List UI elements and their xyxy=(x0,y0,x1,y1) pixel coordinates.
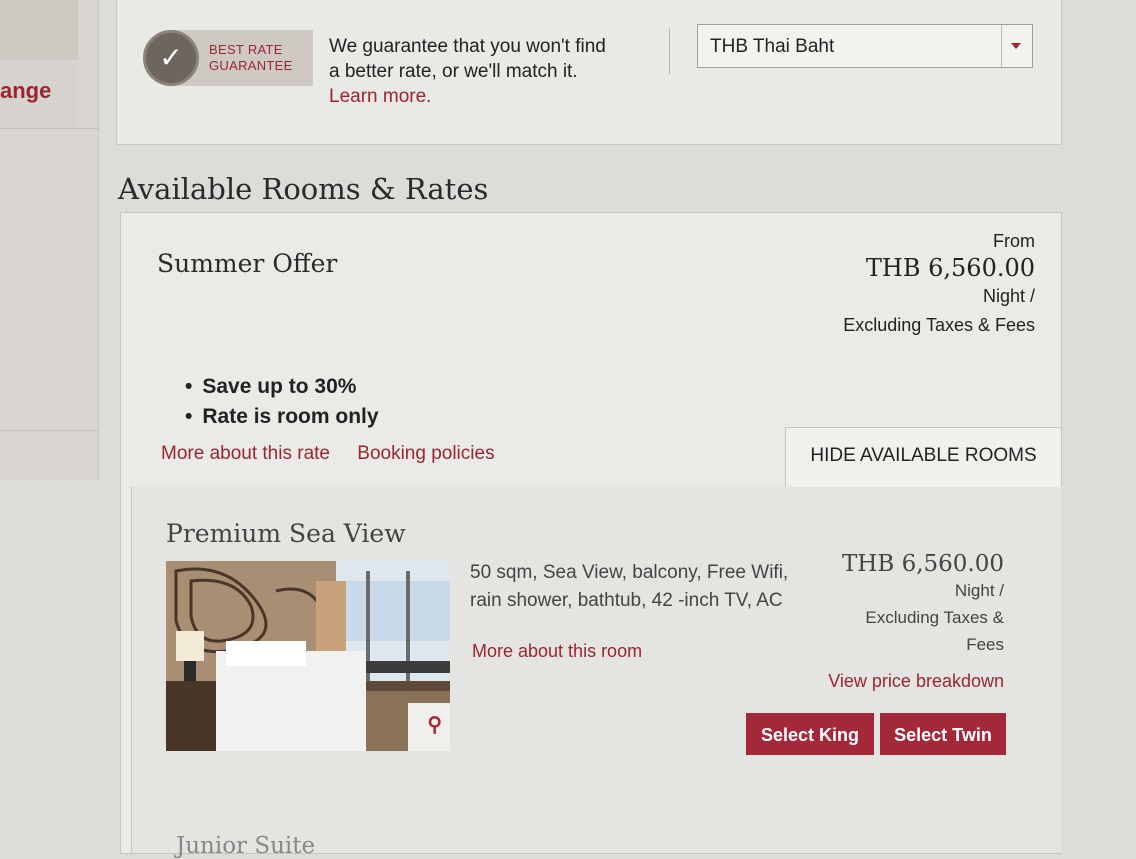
per-night-label: Night / xyxy=(982,286,1035,306)
best-rate-badge: ✓ BEST RATE GUARANTEE xyxy=(143,30,313,86)
sidebar-divider xyxy=(0,430,98,431)
sidebar-link-change[interactable]: ange xyxy=(0,78,51,104)
excluding-taxes-label: Fees xyxy=(966,635,1004,654)
sidebar-block xyxy=(0,0,78,60)
currency-select[interactable]: THB Thai Baht xyxy=(697,24,1033,68)
per-night-label: Night / xyxy=(954,581,1004,600)
page-title: Available Rooms & Rates xyxy=(118,172,489,206)
select-twin-button[interactable]: Select Twin xyxy=(880,713,1006,755)
excluding-taxes-label: Excluding Taxes & Fees xyxy=(843,315,1035,335)
badge-line: GUARANTEE xyxy=(209,58,293,73)
room-description: 50 sqm, Sea View, balcony, Free Wifi, ra… xyxy=(470,562,789,611)
next-room-title: Junior Suite xyxy=(176,833,316,859)
badge-line: BEST RATE xyxy=(209,42,283,57)
badge-text: BEST RATE GUARANTEE xyxy=(209,42,293,74)
booking-policies-link[interactable]: Booking policies xyxy=(357,443,494,464)
rate-card: Summer Offer From THB 6,560.00 Night / E… xyxy=(120,212,1062,859)
from-label: From xyxy=(993,231,1035,251)
guarantee-panel: ✓ BEST RATE GUARANTEE We guarantee that … xyxy=(116,0,1062,145)
currency-value: THB Thai Baht xyxy=(710,36,835,57)
room-card: Premium Sea View ⚲ 50 sqm, Sea View, bal… xyxy=(131,487,1062,859)
more-about-room-link[interactable]: More about this room xyxy=(472,641,642,662)
sidebar-divider xyxy=(0,128,98,129)
guarantee-text: We guarantee that you won't find a bette… xyxy=(329,34,609,109)
hide-rooms-tab[interactable]: HIDE AVAILABLE ROOMS xyxy=(785,427,1061,487)
zoom-icon[interactable]: ⚲ xyxy=(427,712,442,737)
excluding-taxes-label: Excluding Taxes & xyxy=(865,608,1004,627)
view-price-breakdown-link[interactable]: View price breakdown xyxy=(828,671,1004,692)
room-photo[interactable]: ⚲ xyxy=(166,561,450,751)
list-item: Rate is room only xyxy=(185,405,378,429)
rate-title: Summer Offer xyxy=(157,249,338,278)
rate-links: More about this rate Booking policies xyxy=(161,443,517,465)
rate-price: From THB 6,560.00 Night / Excluding Taxe… xyxy=(843,231,1035,336)
list-item: Save up to 30% xyxy=(185,375,379,399)
guarantee-copy: We guarantee that you won't find a bette… xyxy=(329,36,606,82)
price-amount: THB 6,560.00 xyxy=(865,254,1035,282)
room-photo-image xyxy=(166,561,450,751)
room-price: THB 6,560.00 Night / Excluding Taxes & F… xyxy=(804,551,1004,658)
price-amount: THB 6,560.00 xyxy=(841,551,1004,577)
more-about-rate-link[interactable]: More about this rate xyxy=(161,443,330,464)
room-title: Premium Sea View xyxy=(166,519,406,548)
checkmark-icon: ✓ xyxy=(143,30,199,86)
rate-features: Save up to 30% Rate is room only xyxy=(185,375,379,435)
divider xyxy=(669,28,670,74)
learn-more-link[interactable]: Learn more. xyxy=(329,86,431,107)
chevron-down-icon[interactable] xyxy=(1001,25,1032,67)
select-king-button[interactable]: Select King xyxy=(746,713,874,755)
left-sidebar: ange xyxy=(0,0,99,480)
